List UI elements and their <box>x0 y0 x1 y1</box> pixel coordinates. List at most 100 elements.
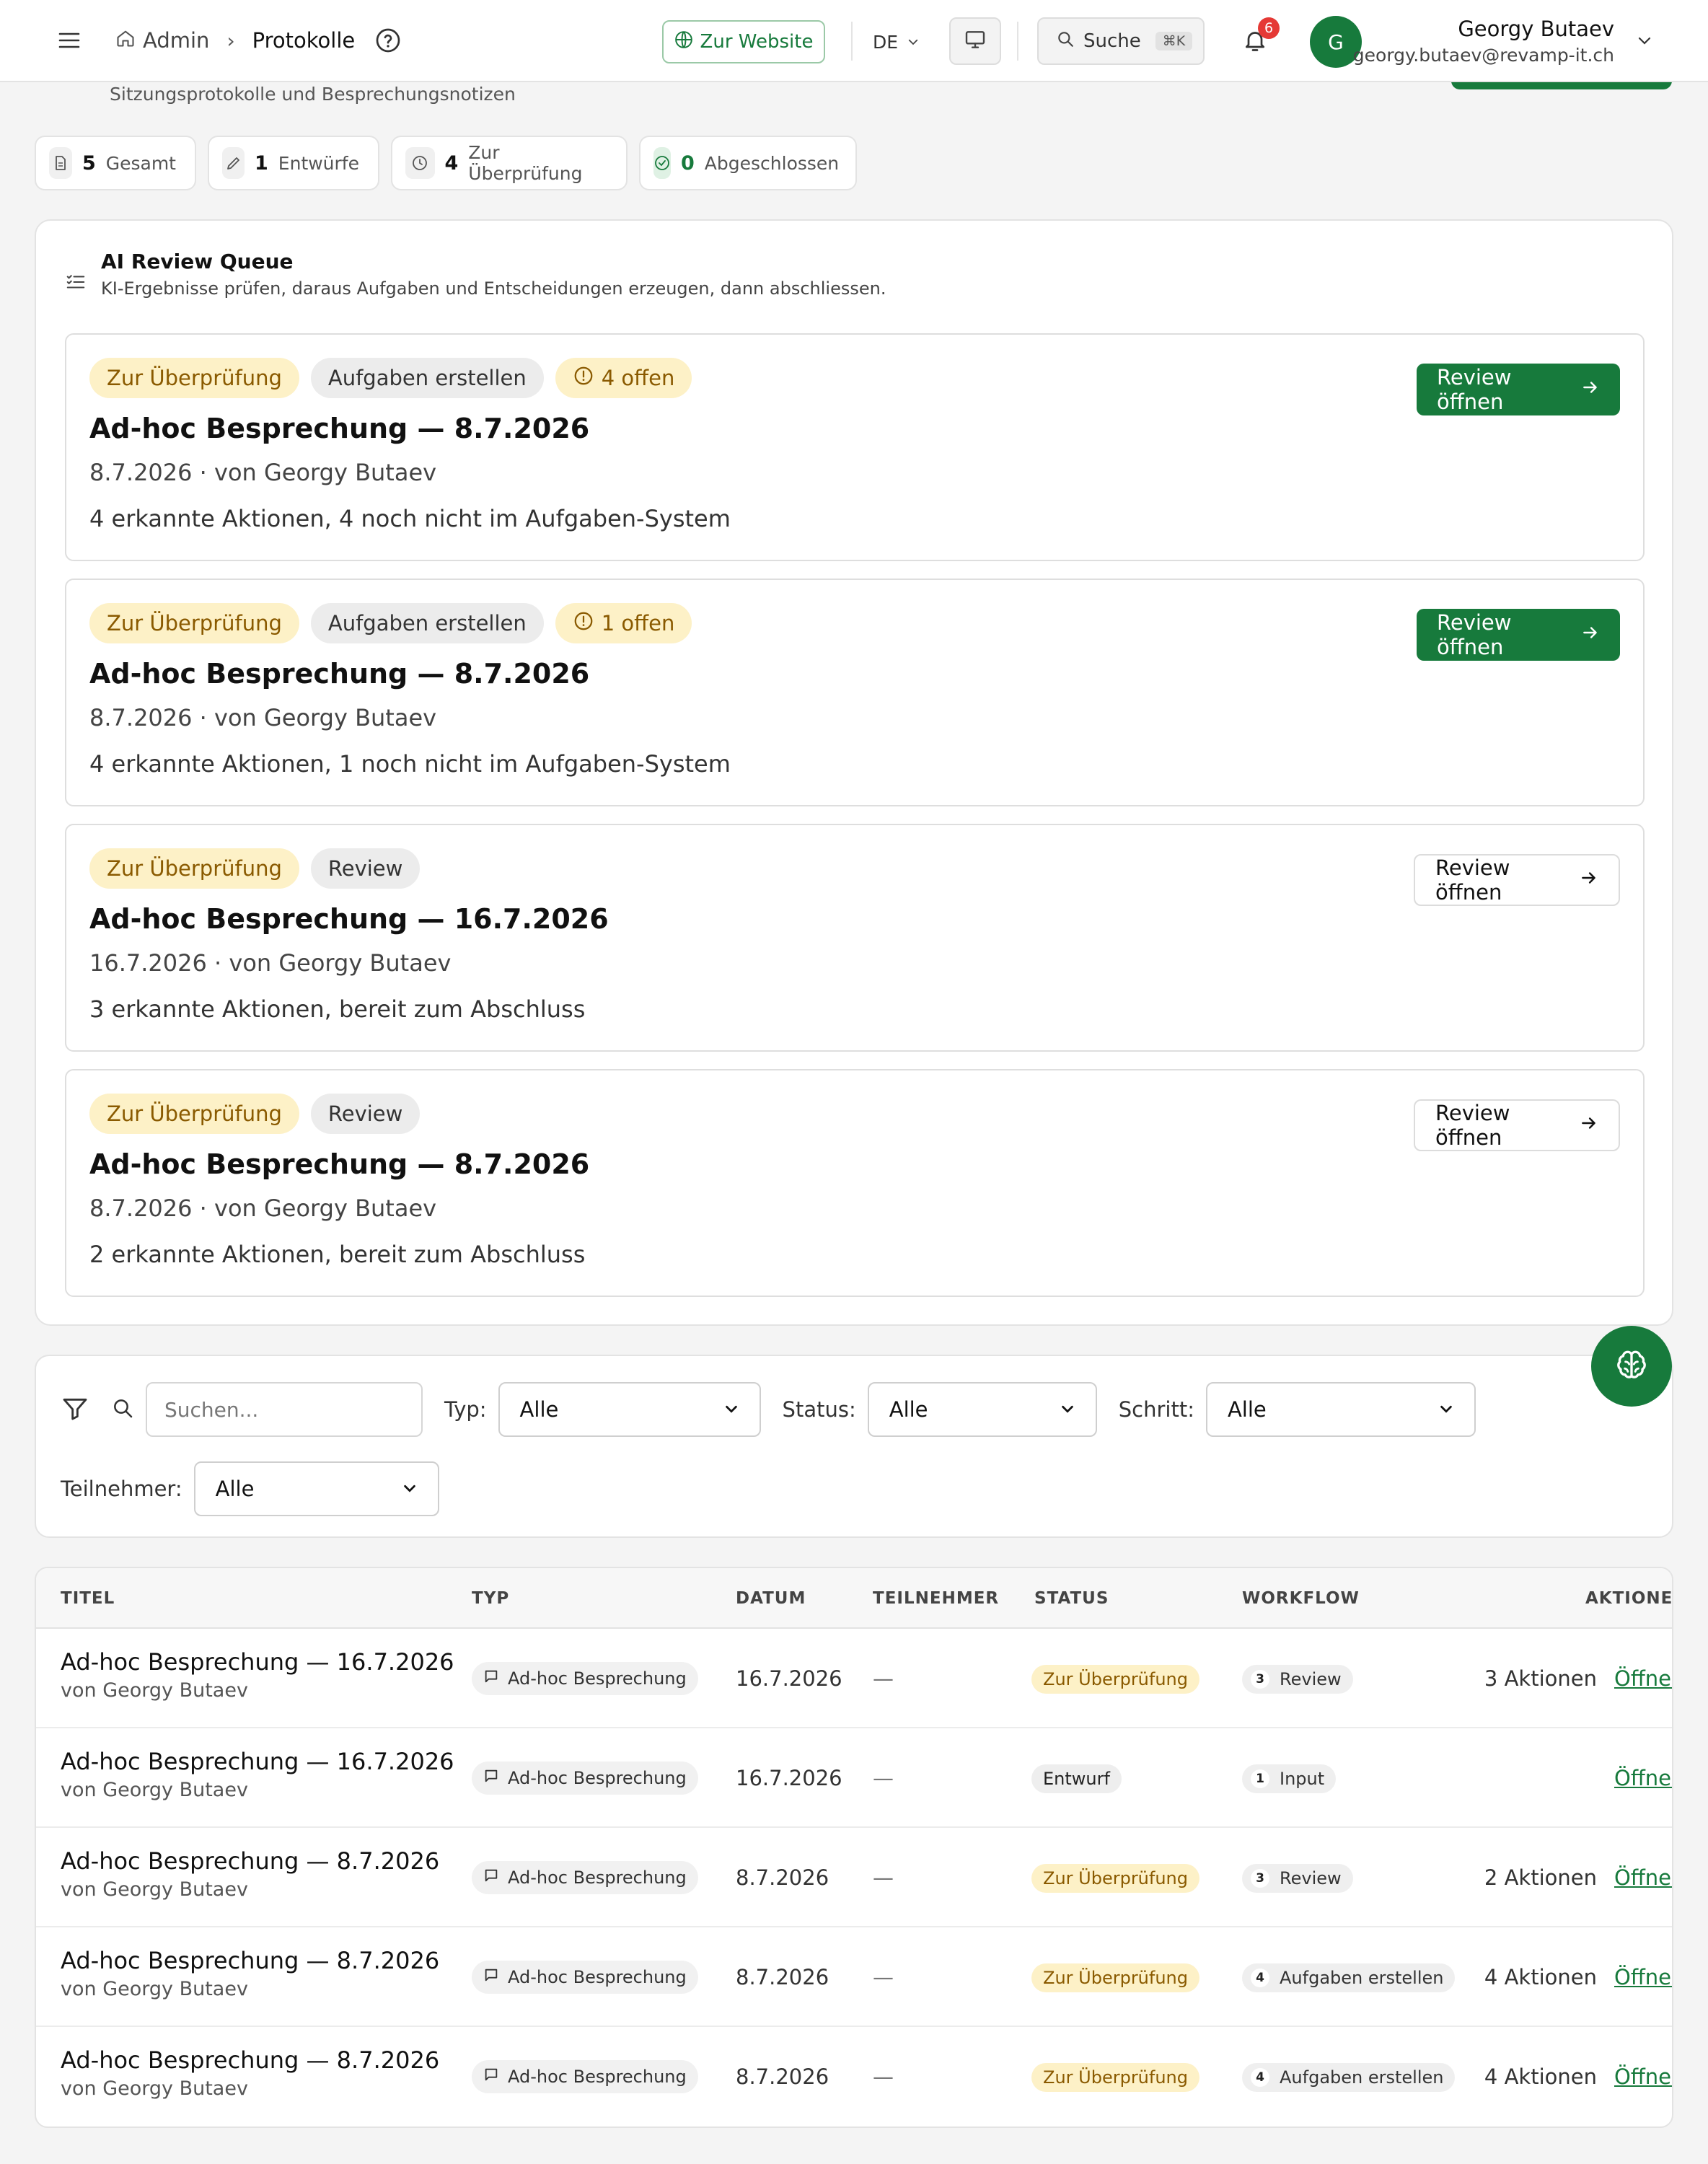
workflow-step-label: Review <box>1280 1868 1342 1888</box>
table-row[interactable]: Ad-hoc Besprechung — 16.7.2026 von Georgy… <box>36 1629 1672 1728</box>
workflow-step-number: 3 <box>1251 1869 1269 1888</box>
row-title[interactable]: Ad-hoc Besprechung — 8.7.2026 <box>61 2044 439 2076</box>
review-card[interactable]: Zur Überprüfung Review Ad-hoc Besprechun… <box>65 824 1645 1052</box>
card-info: 4 erkannte Aktionen, 1 noch nicht im Auf… <box>89 750 731 778</box>
workflow-badge: 4 Aufgaben erstellen <box>1242 2063 1456 2092</box>
ai-assistant-button[interactable] <box>1591 1326 1672 1407</box>
workflow-step-label: Review <box>1280 1669 1342 1689</box>
table-row[interactable]: Ad-hoc Besprechung — 8.7.2026 von Georgy … <box>36 2027 1672 2126</box>
help-icon[interactable] <box>374 25 402 56</box>
brain-icon <box>1614 1347 1650 1386</box>
type-filter-select[interactable]: Alle <box>498 1382 761 1437</box>
stat-review[interactable]: 4 Zur Überprüfung <box>391 136 628 190</box>
menu-icon[interactable] <box>52 23 87 58</box>
row-title[interactable]: Ad-hoc Besprechung — 8.7.2026 <box>61 1945 439 1976</box>
checklist-icon <box>65 271 87 302</box>
message-icon <box>483 1768 499 1788</box>
breadcrumb-admin[interactable]: Admin <box>143 28 209 53</box>
search-input[interactable]: Suchen... <box>146 1382 423 1437</box>
status-badge: Zur Überprüfung <box>89 358 299 398</box>
column-header-status[interactable]: STATUS <box>1034 1568 1109 1629</box>
status-badge: Zur Überprüfung <box>89 1094 299 1134</box>
review-open-button[interactable]: Review öffnen <box>1417 364 1620 415</box>
queue-title: AI Review Queue <box>101 250 294 273</box>
row-action-count: 2 Aktionen <box>1484 1865 1597 1890</box>
notification-badge: 6 <box>1258 17 1280 39</box>
row-title[interactable]: Ad-hoc Besprechung — 8.7.2026 <box>61 1845 439 1877</box>
website-label: Zur Website <box>700 31 814 53</box>
arrow-right-icon <box>1580 1113 1598 1138</box>
table-row[interactable]: Ad-hoc Besprechung — 16.7.2026 von Georgy… <box>36 1728 1672 1828</box>
column-header-workflow[interactable]: WORKFLOW <box>1242 1568 1360 1629</box>
workflow-badge: 3 Review <box>1242 1665 1353 1694</box>
row-date: 16.7.2026 <box>736 1666 842 1691</box>
step-badge: Aufgaben erstellen <box>310 358 544 398</box>
stat-total[interactable]: 5 Gesamt <box>35 136 196 190</box>
home-icon[interactable] <box>115 28 136 53</box>
review-open-button[interactable]: Review öffnen <box>1417 609 1620 661</box>
row-participants: — <box>873 1766 894 1790</box>
row-date: 16.7.2026 <box>736 1766 842 1790</box>
queue-description: KI-Ergebnisse prüfen, daraus Aufgaben un… <box>101 278 886 299</box>
workflow-step-number: 1 <box>1251 1769 1269 1788</box>
open-link[interactable]: Öffnen <box>1614 2060 1672 2093</box>
row-title[interactable]: Ad-hoc Besprechung — 16.7.2026 <box>61 1646 454 1678</box>
workflow-badge: 4 Aufgaben erstellen <box>1242 1963 1456 1992</box>
open-badge: 4 offen <box>555 358 692 398</box>
display-mode-button[interactable] <box>949 17 1001 65</box>
card-meta: 16.7.2026 · von Georgy Butaev <box>89 949 452 977</box>
column-header-type[interactable]: TYP <box>472 1568 509 1629</box>
row-title[interactable]: Ad-hoc Besprechung — 16.7.2026 <box>61 1746 454 1777</box>
status-filter-label: Status: <box>782 1397 856 1422</box>
review-open-button[interactable]: Review öffnen <box>1414 854 1620 906</box>
breadcrumb: Admin › Protokolle <box>115 23 355 58</box>
column-header-participants[interactable]: TEILNEHMER <box>873 1568 999 1629</box>
open-link[interactable]: Öffnen <box>1614 1761 1672 1795</box>
website-button[interactable]: Zur Website <box>662 20 825 63</box>
open-count: 4 offen <box>601 366 675 390</box>
chevron-down-icon[interactable] <box>1632 27 1658 53</box>
table-row[interactable]: Ad-hoc Besprechung — 8.7.2026 von Georgy … <box>36 1927 1672 2027</box>
search-button[interactable]: Suche ⌘K <box>1037 17 1205 65</box>
type-label: Ad-hoc Besprechung <box>508 1967 687 1987</box>
type-filter-label: Typ: <box>444 1397 487 1422</box>
step-badge: Aufgaben erstellen <box>310 603 544 643</box>
column-header-title[interactable]: TITEL <box>61 1568 115 1629</box>
user-info[interactable]: Georgy Butaev georgy.butaev@revamp-it.ch <box>1353 14 1614 68</box>
step-filter-label: Schritt: <box>1118 1397 1194 1422</box>
row-author: von Georgy Butaev <box>61 1878 248 1901</box>
stat-completed[interactable]: 0 Abgeschlossen <box>639 136 857 190</box>
table-row[interactable]: Ad-hoc Besprechung — 8.7.2026 von Georgy … <box>36 1828 1672 1927</box>
open-link[interactable]: Öffnen <box>1614 1861 1672 1894</box>
stat-drafts[interactable]: 1 Entwürfe <box>208 136 379 190</box>
stat-label: Abgeschlossen <box>704 152 840 174</box>
language-select[interactable]: DE <box>873 22 920 62</box>
open-link[interactable]: Öffnen <box>1614 1961 1672 1994</box>
clock-icon <box>405 147 435 179</box>
row-participants: — <box>873 2064 894 2089</box>
participants-filter-select[interactable]: Alle <box>193 1461 439 1516</box>
review-card[interactable]: Zur Überprüfung Aufgaben erstellen 1 off… <box>65 579 1645 806</box>
open-link[interactable]: Öffnen <box>1614 1662 1672 1695</box>
row-date: 8.7.2026 <box>736 1965 829 1989</box>
review-card[interactable]: Zur Überprüfung Review Ad-hoc Besprechun… <box>65 1069 1645 1297</box>
status-badge: Zur Überprüfung <box>89 603 299 643</box>
table-header <box>36 1568 1672 1629</box>
divider <box>1017 22 1018 61</box>
message-icon <box>483 2067 499 2087</box>
select-value: Alle <box>1227 1397 1267 1422</box>
workflow-step-label: Input <box>1280 1769 1325 1789</box>
ai-review-queue: AI Review Queue KI-Ergebnisse prüfen, da… <box>35 219 1673 1326</box>
notifications-button[interactable]: 6 <box>1235 17 1280 62</box>
filter-panel: Suchen... Typ: Alle Status: Alle Schritt… <box>35 1355 1673 1538</box>
stats-bar: 5 Gesamt 1 Entwürfe 4 Zur Überprüfung 0 … <box>35 136 857 190</box>
stat-value: 0 <box>681 151 695 175</box>
row-participants: — <box>873 1666 894 1691</box>
review-card[interactable]: Zur Überprüfung Aufgaben erstellen 4 off… <box>65 333 1645 561</box>
column-header-date[interactable]: DATUM <box>736 1568 806 1629</box>
stat-value: 5 <box>82 151 96 175</box>
status-filter-select[interactable]: Alle <box>867 1382 1097 1437</box>
step-filter-select[interactable]: Alle <box>1205 1382 1476 1437</box>
review-open-button[interactable]: Review öffnen <box>1414 1099 1620 1151</box>
open-badge: 1 offen <box>555 603 692 643</box>
